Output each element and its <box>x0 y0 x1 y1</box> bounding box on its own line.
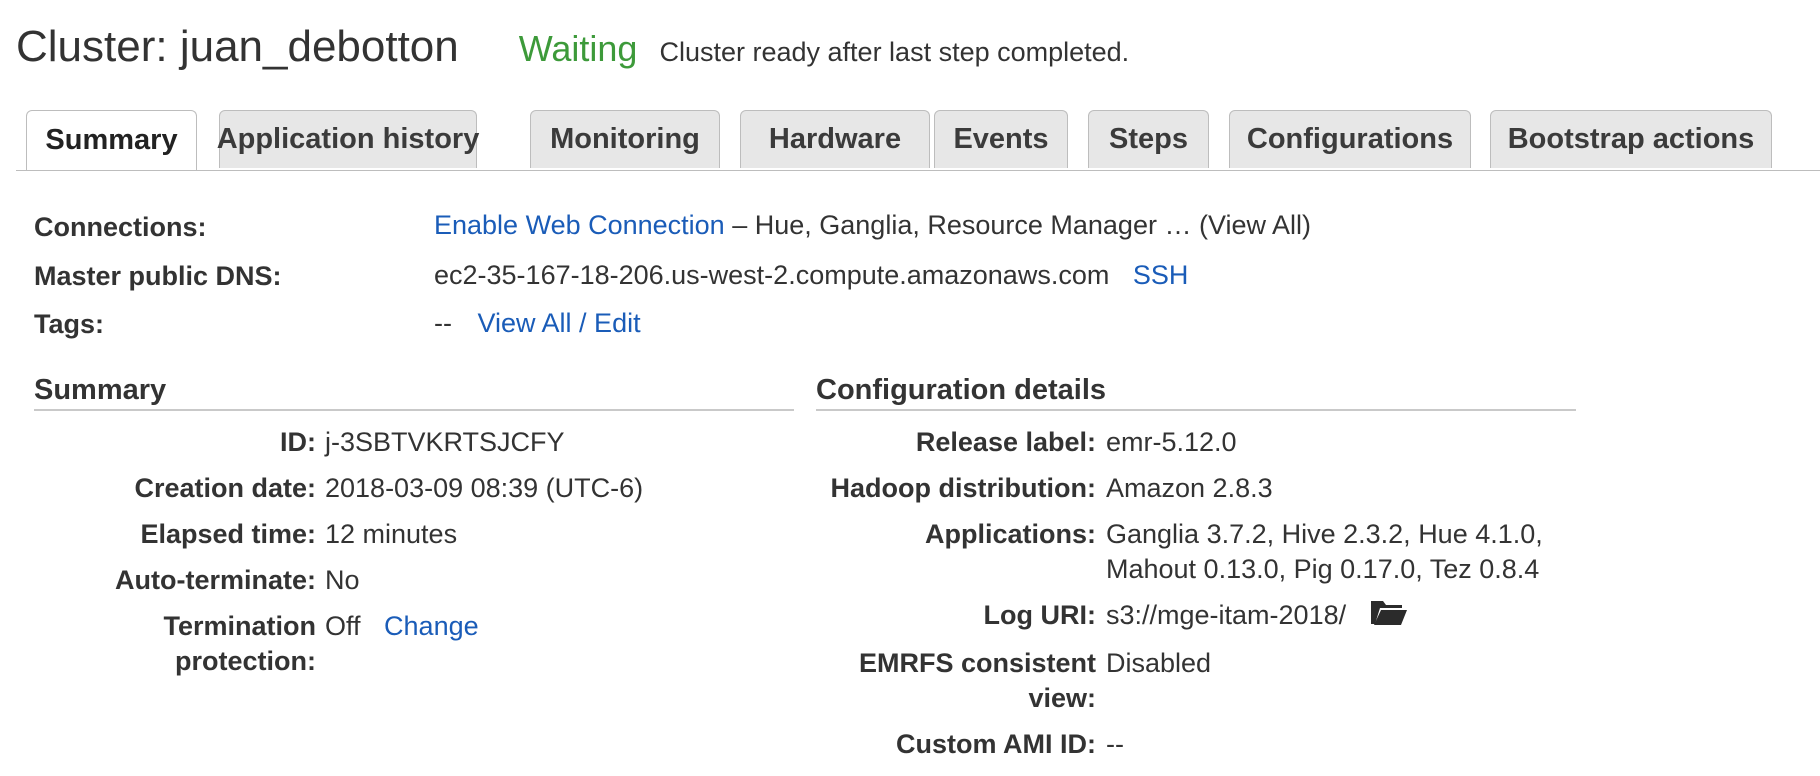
tab-summary[interactable]: Summary <box>26 110 197 170</box>
custom-ami-id-value: -- <box>1106 729 1124 759</box>
applications-value-line1: Ganglia 3.7.2, Hive 2.3.2, Hue 4.1.0, <box>1106 519 1543 549</box>
termination-protection-label-line2: protection: <box>175 646 316 676</box>
tab-label: Summary <box>45 124 178 156</box>
status-message: Cluster ready after last step completed. <box>659 37 1130 67</box>
id-label: ID: <box>280 427 316 457</box>
log-uri-label: Log URI: <box>983 600 1096 630</box>
ssh-link[interactable]: SSH <box>1133 260 1189 290</box>
dns-value: ec2-35-167-18-206.us-west-2.compute.amaz… <box>434 260 1188 291</box>
tags-empty-value: -- <box>434 308 452 338</box>
release-label-label: Release label: <box>915 427 1096 457</box>
connections-label: Connections: <box>34 212 207 243</box>
applications-value: Ganglia 3.7.2, Hive 2.3.2, Hue 4.1.0, Ma… <box>1106 517 1543 587</box>
configuration-section-title: Configuration details <box>816 374 1106 406</box>
tab-label: Events <box>953 123 1049 155</box>
termination-protection-label-line1: Termination <box>163 611 316 641</box>
configuration-divider <box>816 409 1576 411</box>
tab-label: Hardware <box>768 123 902 155</box>
connections-label-text: Connections: <box>34 212 207 242</box>
tab-application-history[interactable]: Application history <box>216 110 480 168</box>
tab-label: Monitoring <box>550 123 700 155</box>
log-uri-value: s3://mge-itam-2018/ <box>1106 598 1408 635</box>
master-dns-value: ec2-35-167-18-206.us-west-2.compute.amaz… <box>434 260 1110 290</box>
change-termination-protection-link[interactable]: Change <box>384 611 479 641</box>
connections-apps-text: – Hue, Ganglia, Resource Manager … (View… <box>732 210 1311 240</box>
view-all-edit-tags-link[interactable]: View All / Edit <box>478 308 641 338</box>
emrfs-consistent-view-label: EMRFS consistent view: <box>800 646 1096 716</box>
cluster-id-value: j-3SBTVKRTSJCFY <box>325 427 565 457</box>
tab-steps[interactable]: Steps <box>1088 110 1209 168</box>
summary-divider <box>34 409 794 411</box>
tags-label: Tags: <box>34 309 104 340</box>
creation-date-value: 2018-03-09 08:39 (UTC-6) <box>325 473 644 503</box>
emrfs-consistent-view-value: Disabled <box>1106 648 1212 678</box>
elapsed-time-value: 12 minutes <box>325 519 458 549</box>
status-badge: Waiting <box>518 28 638 69</box>
dns-label-text: Master public DNS: <box>34 261 282 291</box>
tab-label: Configurations <box>1246 123 1454 155</box>
enable-web-connection-link[interactable]: Enable Web Connection <box>434 210 725 240</box>
dns-label: Master public DNS: <box>34 261 282 292</box>
cluster-title: Cluster: juan_debotton <box>16 22 459 71</box>
termination-protection-state: Off <box>325 611 361 641</box>
auto-terminate-value: No <box>325 565 360 595</box>
creation-date-label: Creation date: <box>134 473 316 503</box>
hadoop-distribution-label: Hadoop distribution: <box>830 473 1096 503</box>
emrfs-label-line2: view: <box>1028 683 1096 713</box>
folder-open-icon[interactable] <box>1370 598 1408 635</box>
release-label-value: emr-5.12.0 <box>1106 427 1237 457</box>
applications-label: Applications: <box>924 519 1096 549</box>
tab-hardware[interactable]: Hardware <box>740 110 930 168</box>
tab-monitoring[interactable]: Monitoring <box>530 110 720 168</box>
applications-value-line2: Mahout 0.13.0, Pig 0.17.0, Tez 0.8.4 <box>1106 554 1540 584</box>
custom-ami-id-label: Custom AMI ID: <box>896 729 1096 759</box>
emrfs-label-line1: EMRFS consistent <box>858 648 1096 678</box>
elapsed-time-label: Elapsed time: <box>140 519 316 549</box>
tab-label: Steps <box>1109 123 1188 155</box>
auto-terminate-label: Auto-terminate: <box>115 565 316 595</box>
termination-protection-label: Termination protection: <box>34 609 316 679</box>
connections-value: Enable Web Connection – Hue, Ganglia, Re… <box>434 210 1311 241</box>
log-uri-text: s3://mge-itam-2018/ <box>1106 600 1347 630</box>
tab-events[interactable]: Events <box>934 110 1068 168</box>
hadoop-distribution-value: Amazon 2.8.3 <box>1106 473 1273 503</box>
termination-protection-value: Off Change <box>325 609 479 644</box>
tab-bar: Summary Application history Monitoring H… <box>16 110 1820 171</box>
tab-label: Bootstrap actions <box>1507 123 1755 155</box>
tags-label-text: Tags: <box>34 309 105 339</box>
tab-bootstrap-actions[interactable]: Bootstrap actions <box>1490 110 1772 168</box>
tab-label: Application history <box>216 123 480 155</box>
tab-configurations[interactable]: Configurations <box>1229 110 1471 168</box>
page-header: Cluster: juan_debotton Waiting Cluster r… <box>16 22 1129 72</box>
summary-section-title: Summary <box>34 374 167 406</box>
tags-value: -- View All / Edit <box>434 308 641 339</box>
